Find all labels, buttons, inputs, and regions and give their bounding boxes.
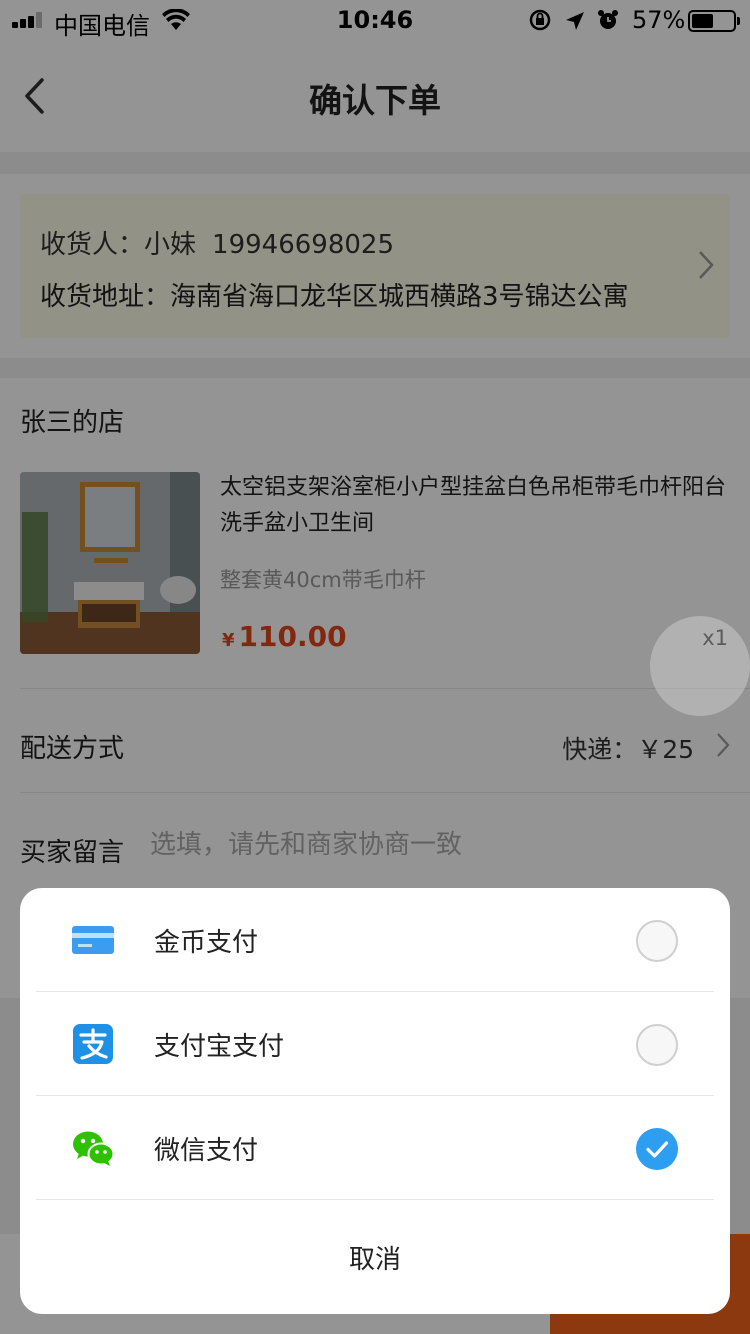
wechat-icon	[73, 1131, 114, 1166]
payment-option-wechat[interactable]: 微信支付	[20, 1096, 730, 1200]
payment-option-label: 支付宝支付	[154, 1032, 285, 1062]
radio-button-checked[interactable]	[636, 1128, 678, 1170]
radio-button[interactable]	[636, 920, 678, 962]
assistive-touch-button[interactable]	[650, 616, 750, 716]
radio-button[interactable]	[636, 1024, 678, 1066]
payment-option-label: 金币支付	[154, 928, 259, 958]
payment-option-coin[interactable]: 金币支付	[20, 888, 730, 992]
payment-method-sheet: 金币支付 支付宝支付 微信支付 取消	[20, 888, 730, 1314]
payment-option-label: 微信支付	[154, 1136, 259, 1166]
alipay-icon	[73, 1024, 113, 1064]
card-icon	[72, 926, 114, 954]
cancel-button[interactable]: 取消	[20, 1200, 730, 1314]
checkmark-icon	[646, 1141, 669, 1158]
payment-option-alipay[interactable]: 支付宝支付	[20, 992, 730, 1096]
